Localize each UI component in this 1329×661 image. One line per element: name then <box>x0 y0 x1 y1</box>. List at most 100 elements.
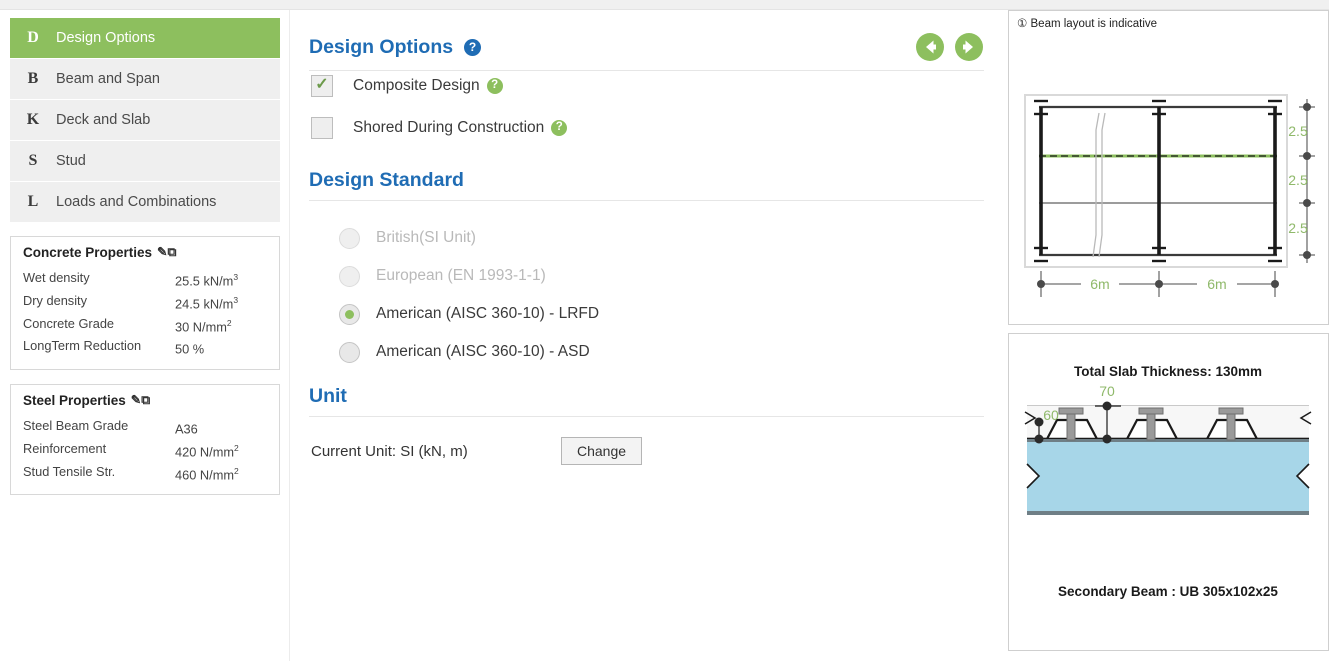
property-value: 460 N/mm2 <box>175 465 239 482</box>
design-standard-radiogroup: British(SI Unit) European (EN 1993-1-1) … <box>339 219 984 371</box>
sidebar-item-beam-and-span[interactable]: B Beam and Span <box>10 59 280 99</box>
sidebar-nav: D Design Options B Beam and Span K Deck … <box>10 18 280 222</box>
radio-indicator[interactable] <box>339 341 360 363</box>
radio-label: American (AISC 360-10) - LRFD <box>376 305 600 322</box>
property-value: 30 N/mm2 <box>175 317 232 334</box>
radio-indicator[interactable] <box>339 227 360 249</box>
radio-selected-dot <box>345 309 354 319</box>
property-value: 24.5 kN/m3 <box>175 294 239 312</box>
property-row: Steel Beam Grade A36 <box>23 416 267 439</box>
sidebar-item-loads-and-combinations[interactable]: L Loads and Combinations <box>10 182 280 222</box>
property-row: Concrete Grade 30 N/mm2 <box>23 314 267 337</box>
property-key: Reinforcement <box>23 440 107 456</box>
composite-design-checkbox[interactable]: ✓ <box>311 75 333 97</box>
help-circle-icon[interactable]: ? <box>486 78 503 94</box>
shored-during-construction-label: Shored During Construction ? <box>353 119 568 137</box>
sidebar-item-key: D <box>27 29 39 46</box>
svg-text:2.5: 2.5 <box>1288 123 1308 139</box>
top-bar <box>0 0 1329 10</box>
property-key: Wet density <box>23 270 90 285</box>
concrete-properties-title-text: Concrete Properties <box>23 245 153 260</box>
sidebar-item-deck-and-slab[interactable]: K Deck and Slab <box>10 100 280 140</box>
help-circle-icon[interactable]: ? <box>464 38 482 56</box>
slab-dim-top: 70 <box>1099 383 1115 399</box>
property-value: 50 % <box>175 341 205 357</box>
application-window: D Design Options B Beam and Span K Deck … <box>0 0 1329 661</box>
slab-section-card: Total Slab Thickness: 130mm 70 60 Second… <box>1008 333 1329 651</box>
radio-american-aisc-360-10-asd[interactable]: American (AISC 360-10) - ASD <box>339 333 984 371</box>
sidebar-item-key: S <box>28 152 38 169</box>
page-title-text: Design Options <box>309 35 454 58</box>
property-value: A36 <box>175 421 198 437</box>
steel-properties-title: Steel Properties ✎⧉ <box>23 393 267 408</box>
sidebar-item-label: Beam and Span <box>56 71 160 87</box>
svg-text:2.5: 2.5 <box>1288 172 1308 188</box>
shored-during-construction-row[interactable]: Shored During Construction ? <box>311 113 984 143</box>
beam-layout-note: ① Beam layout is indicative <box>1009 11 1328 35</box>
sidebar-item-key: K <box>26 111 40 128</box>
steel-properties-title-text: Steel Properties <box>23 393 126 409</box>
arrow-left-circle-icon[interactable] <box>915 32 945 62</box>
divider <box>309 416 984 417</box>
main-panel: Design Options ? ✓ Composite Design ? Sh… <box>291 10 1006 661</box>
right-panel: ① Beam layout is indicative 2.5 2.5 2.5 … <box>1008 10 1329 661</box>
change-unit-button[interactable]: Change <box>561 437 643 465</box>
concrete-properties-panel: Concrete Properties ✎⧉ Wet density 25.5 … <box>10 236 280 371</box>
radio-british-si-unit[interactable]: British(SI Unit) <box>339 219 984 257</box>
property-value: 25.5 kN/m3 <box>175 272 239 289</box>
steel-properties-panel: Steel Properties ✎⧉ Steel Beam Grade A36… <box>10 384 280 496</box>
property-row: LongTerm Reduction 50 % <box>23 336 267 359</box>
beam-layout-diagram: 2.5 2.5 2.5 6m 6m <box>1024 94 1315 297</box>
svg-text:6m: 6m <box>1207 276 1226 292</box>
sidebar-item-label: Deck and Slab <box>56 112 151 128</box>
property-value: 420 N/mm2 <box>175 442 239 460</box>
radio-american-aisc-360-10-lrfd[interactable]: American (AISC 360-10) - LRFD <box>339 295 984 333</box>
radio-label: European (EN 1993-1-1) <box>376 267 546 284</box>
check-icon: ✓ <box>315 76 329 93</box>
radio-label: American (AISC 360-10) - ASD <box>376 343 590 360</box>
design-standard-title: Design Standard <box>309 169 984 192</box>
unit-title-text: Unit <box>309 385 347 407</box>
svg-text:2.5: 2.5 <box>1288 220 1308 236</box>
wizard-nav <box>915 32 984 62</box>
radio-indicator[interactable] <box>339 303 360 325</box>
help-circle-icon[interactable]: ? <box>551 120 568 136</box>
radio-indicator[interactable] <box>339 265 360 287</box>
sidebar-item-label: Loads and Combinations <box>56 194 217 210</box>
sidebar: D Design Options B Beam and Span K Deck … <box>0 10 290 661</box>
divider <box>309 200 984 201</box>
property-row: Reinforcement 420 N/mm2 <box>23 439 267 462</box>
composite-design-label: Composite Design ? <box>353 77 503 95</box>
slab-dim-left: 60 <box>1043 407 1059 423</box>
beam-layout-note-text: ① Beam layout is indicative <box>1017 18 1158 30</box>
property-key: Stud Tensile Str. <box>23 463 116 479</box>
sidebar-item-stud[interactable]: S Stud <box>10 141 280 181</box>
sidebar-item-key: B <box>27 70 39 87</box>
page-title: Design Options ? <box>309 35 482 59</box>
edit-icon[interactable]: ✎⧉ <box>157 246 176 259</box>
slab-section-diagram: Total Slab Thickness: 130mm 70 60 Second… <box>1024 364 1312 599</box>
sidebar-item-label: Design Options <box>56 30 156 46</box>
property-key: Dry density <box>23 292 88 308</box>
unit-row: Current Unit: SI (kN, m) Change <box>311 437 984 465</box>
unit-title: Unit <box>309 385 984 408</box>
property-key: Concrete Grade <box>23 315 115 331</box>
svg-text:6m: 6m <box>1090 276 1109 292</box>
sidebar-item-label: Stud <box>56 153 86 169</box>
sidebar-item-key: L <box>27 193 39 210</box>
design-standard-section: Design Standard <box>309 169 984 201</box>
secondary-beam-caption: Secondary Beam : UB 305x102x25 <box>1058 584 1278 599</box>
design-options-header: Design Options ? <box>309 32 984 70</box>
arrow-right-circle-icon[interactable] <box>954 32 984 62</box>
beam-layout-card: ① Beam layout is indicative 2.5 2.5 2.5 … <box>1008 10 1329 325</box>
property-key: LongTerm Reduction <box>23 338 142 354</box>
radio-european-en-1993-1-1[interactable]: European (EN 1993-1-1) <box>339 257 984 295</box>
concrete-properties-title: Concrete Properties ✎⧉ <box>23 245 267 260</box>
edit-icon[interactable]: ✎⧉ <box>131 394 150 407</box>
composite-design-row[interactable]: ✓ Composite Design ? <box>311 71 984 101</box>
sidebar-item-design-options[interactable]: D Design Options <box>10 18 280 58</box>
slab-thickness-label: Total Slab Thickness: 130mm <box>1074 364 1262 379</box>
property-key: Steel Beam Grade <box>23 418 129 434</box>
shored-during-construction-checkbox[interactable] <box>311 117 333 139</box>
unit-section: Unit <box>309 385 984 417</box>
